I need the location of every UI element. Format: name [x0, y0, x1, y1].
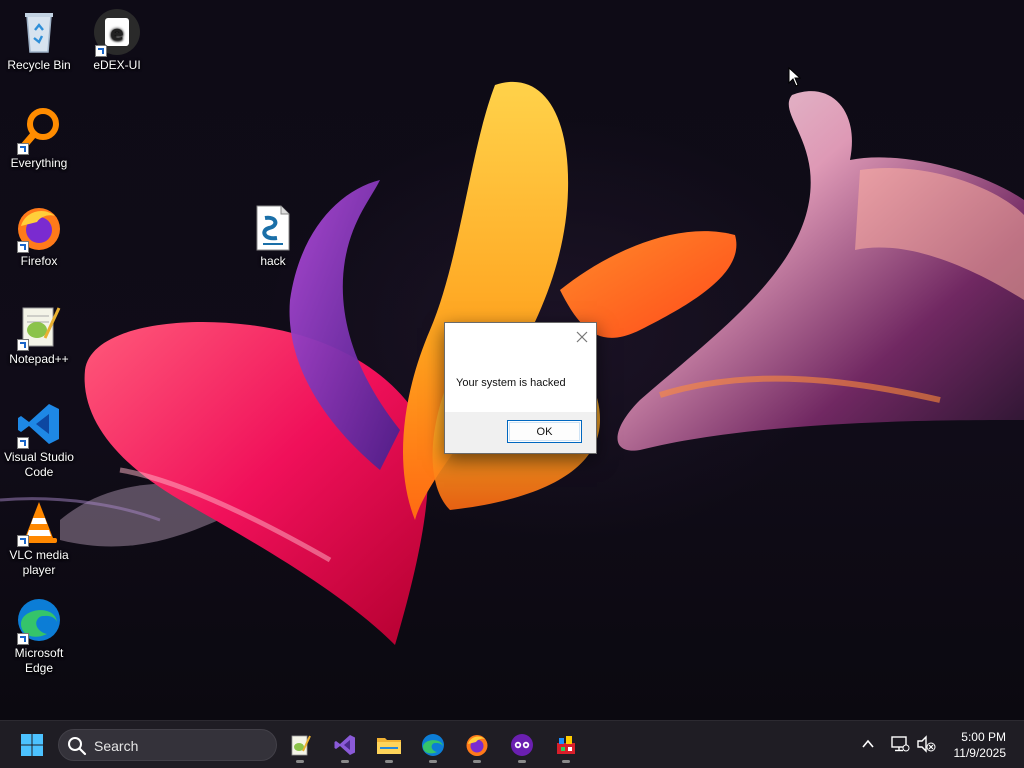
shortcut-arrow-icon	[17, 339, 29, 351]
windows-logo-icon	[21, 734, 43, 756]
notepad-plus-plus-icon	[291, 735, 311, 756]
desktop-icon-label: Everything	[10, 156, 68, 170]
edge-icon	[15, 596, 63, 645]
shortcut-arrow-icon	[17, 241, 29, 253]
desktop-icon-label: Recycle Bin	[7, 58, 71, 72]
speaker-muted-icon	[917, 735, 936, 753]
ok-button[interactable]: OK	[507, 420, 582, 443]
running-indicator	[296, 760, 304, 763]
shortcut-arrow-icon	[95, 45, 107, 57]
clock-date: 11/9/2025	[953, 746, 1007, 760]
desktop-icon-edge[interactable]: Microsoft Edge	[0, 596, 78, 676]
taskbar-app-file-explorer[interactable]	[372, 729, 406, 763]
start-button[interactable]	[15, 729, 49, 761]
desktop-icon-edex-ui[interactable]: e eDEX-UI	[78, 8, 156, 73]
taskbar-app-purple[interactable]	[505, 729, 539, 763]
desktop-icon-recycle-bin[interactable]: Recycle Bin	[0, 8, 78, 73]
network-monitor-icon	[891, 736, 910, 752]
folder-icon	[377, 738, 401, 754]
shortcut-arrow-icon	[17, 535, 29, 547]
vlc-icon	[15, 498, 63, 547]
taskbar: Search 5:00 PM 11/9/2025	[0, 720, 1024, 768]
running-indicator	[518, 760, 526, 763]
volume-button[interactable]	[915, 733, 937, 755]
shortcut-arrow-icon	[17, 143, 29, 155]
desktop-icon-label: Notepad++	[9, 352, 69, 366]
taskbar-app-edge[interactable]	[416, 729, 450, 763]
desktop-icon-label: Visual Studio Code	[4, 450, 74, 479]
running-indicator	[385, 760, 393, 763]
running-indicator	[473, 760, 481, 763]
desktop-icon-label: Firefox	[20, 254, 58, 268]
shortcut-arrow-icon	[17, 633, 29, 645]
taskbar-app-firefox[interactable]	[460, 729, 494, 763]
mouse-cursor-icon	[788, 67, 802, 87]
dialog-message: Your system is hacked	[456, 377, 566, 389]
taskbar-app-visual-studio[interactable]	[328, 729, 362, 763]
vscode-icon	[15, 400, 63, 449]
taskbar-app-colorful[interactable]	[549, 729, 583, 763]
search-icon	[68, 737, 87, 756]
desktop-icon-label: hack	[260, 254, 286, 268]
desktop: Recycle Bin e eDEX-UI Everything Firefox…	[0, 0, 1024, 720]
desktop-icon-notepad-plus-plus[interactable]: Notepad++	[0, 302, 78, 367]
firefox-icon	[15, 204, 63, 253]
message-dialog: Your system is hacked OK	[444, 322, 597, 454]
desktop-icon-firefox[interactable]: Firefox	[0, 204, 78, 269]
script-file-icon	[249, 204, 297, 252]
notepad-plus-plus-icon	[15, 302, 63, 351]
close-icon	[576, 331, 588, 343]
running-indicator	[341, 760, 349, 763]
desktop-icon-hack-script[interactable]: hack	[234, 204, 312, 269]
desktop-icon-label: eDEX-UI	[93, 58, 141, 72]
app-colorful-icon	[557, 736, 575, 754]
app-mask-icon	[511, 734, 533, 756]
taskbar-app-notepad-plus-plus[interactable]	[283, 729, 317, 763]
close-button[interactable]	[574, 329, 590, 345]
network-status-button[interactable]	[889, 733, 911, 755]
desktop-icon-vlc[interactable]: VLC media player	[0, 498, 78, 578]
svg-text:e: e	[110, 21, 124, 45]
taskbar-search-box[interactable]: Search	[58, 729, 277, 761]
running-indicator	[429, 760, 437, 763]
visual-studio-icon	[334, 735, 355, 755]
edge-icon	[422, 734, 444, 756]
chevron-up-icon	[862, 739, 874, 748]
running-indicator	[562, 760, 570, 763]
edex-ui-icon: e	[93, 8, 141, 57]
shortcut-arrow-icon	[17, 437, 29, 449]
desktop-icon-everything[interactable]: Everything	[0, 106, 78, 171]
clock-time: 5:00 PM	[961, 730, 1006, 744]
desktop-icon-label: VLC media player	[9, 548, 69, 577]
desktop-icon-vscode[interactable]: Visual Studio Code	[0, 400, 78, 480]
search-label: Search	[94, 738, 139, 754]
recycle-bin-icon	[15, 8, 63, 56]
show-hidden-icons-button[interactable]	[857, 733, 879, 755]
taskbar-clock[interactable]: 5:00 PM 11/9/2025	[954, 729, 1007, 761]
everything-search-icon	[15, 106, 63, 155]
desktop-icon-label: Microsoft Edge	[14, 646, 64, 675]
firefox-icon	[466, 735, 488, 756]
